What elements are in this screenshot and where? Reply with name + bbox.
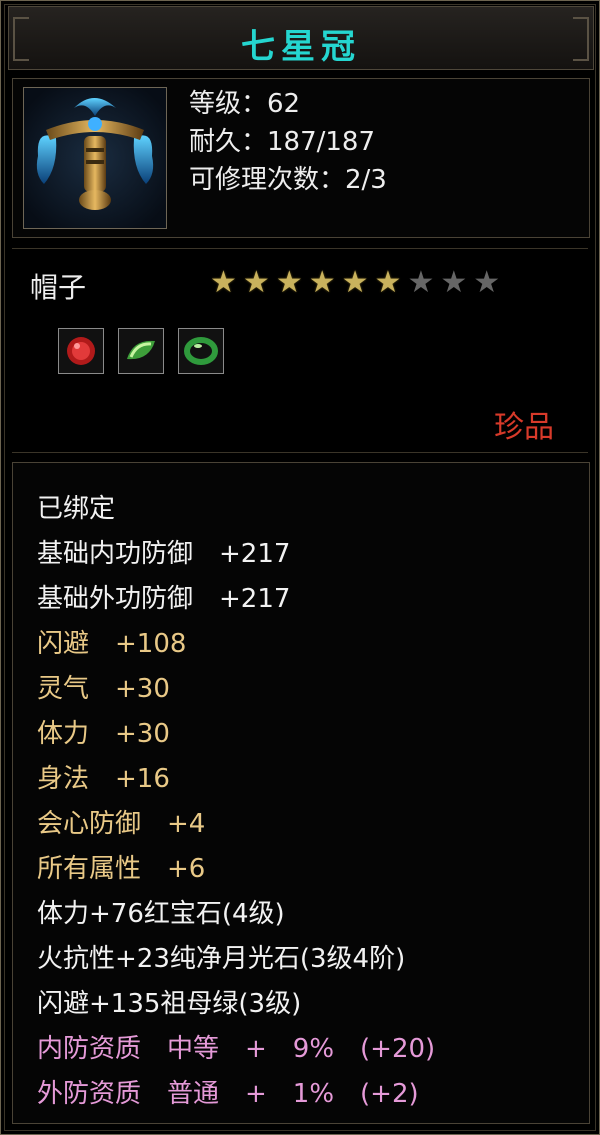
star-filled-icon: ★ [242, 265, 270, 300]
attribute-row: 体力 +30 [37, 719, 170, 749]
star-empty-icon: ★ [473, 265, 501, 300]
socketed-gems [58, 328, 224, 374]
attribute-row: 会心防御 +4 [37, 809, 206, 839]
section-divider [12, 452, 588, 453]
star-empty-icon: ★ [407, 265, 435, 300]
attribute-row: 身法 +16 [37, 764, 170, 794]
title-bar: 七星冠 [8, 6, 594, 70]
star-filled-icon: ★ [275, 265, 303, 300]
attribute-row: 内防资质 中等 + 9% (+20) [37, 1034, 436, 1064]
attribute-row: 已绑定 [37, 494, 116, 524]
attribute-row: 闪避 +108 [37, 629, 187, 659]
star-filled-icon: ★ [341, 265, 369, 300]
attribute-row: 灵气 +30 [37, 674, 170, 704]
attribute-row: 体力+76红宝石(4级) [37, 899, 285, 929]
item-durability: 耐久：187/187 [189, 127, 376, 157]
emerald-ring-gem-icon [178, 328, 224, 374]
attribute-row: 基础内功防御 +217 [37, 539, 291, 569]
star-filled-icon: ★ [308, 265, 336, 300]
star-filled-icon: ★ [374, 265, 402, 300]
star-empty-icon: ★ [440, 265, 468, 300]
attribute-row: 所有属性 +6 [37, 854, 206, 884]
rarity-label: 珍品 [494, 410, 554, 445]
attribute-list: 已绑定基础内功防御 +217 基础外功防御 +217 闪避 +108 灵气 +30 体力… [37, 487, 435, 1117]
crown-headgear-icon [23, 87, 167, 229]
attribute-row: 闪避+135祖母绿(3级) [37, 989, 302, 1019]
attribute-row: 外防资质 普通 + 1% (+2) [37, 1079, 419, 1109]
item-stats: 等级：62 耐久：187/187 可修理次数：2/3 [189, 85, 387, 199]
attributes-panel: 已绑定基础内功防御 +217 基础外功防御 +217 闪避 +108 灵气 +30 体力… [12, 462, 590, 1124]
ruby-gem-icon [58, 328, 104, 374]
attribute-row: 基础外功防御 +217 [37, 584, 291, 614]
item-level: 等级：62 [189, 89, 301, 119]
item-name: 七星冠 [241, 27, 361, 67]
item-summary: 等级：62 耐久：187/187 可修理次数：2/3 [12, 78, 590, 238]
attribute-row: 火抗性+23纯净月光石(3级4阶) [37, 944, 406, 974]
star-rating: ★ ★ ★ ★ ★ ★ ★ ★ ★ [210, 268, 500, 298]
star-filled-icon: ★ [210, 265, 237, 300]
item-repair-count: 可修理次数：2/3 [189, 165, 387, 195]
section-divider [12, 248, 588, 249]
item-type: 帽子 [30, 271, 87, 304]
green-gem-icon [118, 328, 164, 374]
